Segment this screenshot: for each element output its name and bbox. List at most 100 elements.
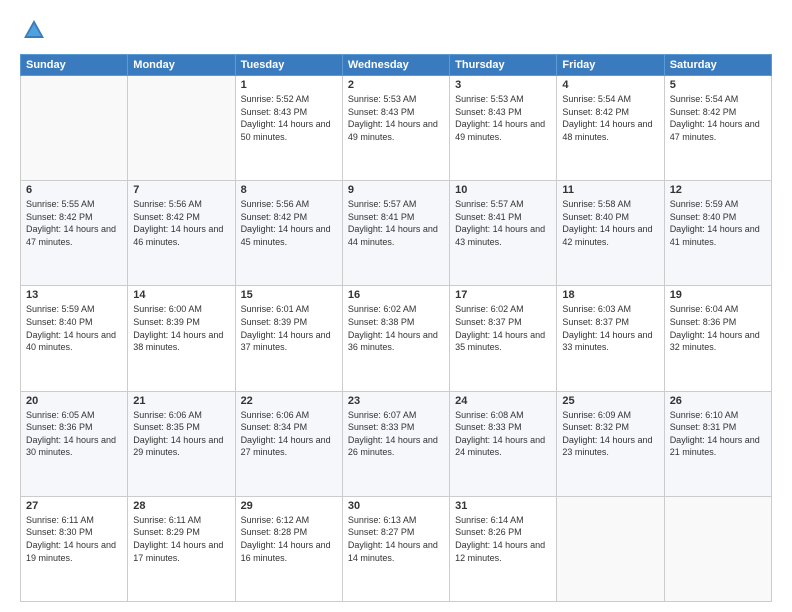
cell-content: Sunrise: 5:53 AM Sunset: 8:43 PM Daylight:… — [348, 93, 444, 143]
sunset-text: Sunset: 8:43 PM — [241, 107, 308, 117]
day-number: 18 — [562, 289, 658, 301]
sunrise-text: Sunrise: 5:55 AM — [26, 199, 95, 209]
sunrise-text: Sunrise: 6:08 AM — [455, 410, 524, 420]
daylight-text: Daylight: 14 hours and 36 minutes. — [348, 330, 438, 353]
calendar-cell: 1 Sunrise: 5:52 AM Sunset: 8:43 PM Daylight… — [235, 76, 342, 181]
sunrise-text: Sunrise: 6:12 AM — [241, 515, 310, 525]
sunset-text: Sunset: 8:38 PM — [348, 317, 415, 327]
calendar-header-row: SundayMondayTuesdayWednesdayThursdayFrid… — [21, 55, 772, 76]
day-number: 31 — [455, 500, 551, 512]
calendar-cell: 3Sunrise: 5:53 AMSunset: 8:43 PMDaylight… — [450, 76, 557, 181]
calendar-cell: 20 Sunrise: 6:05 AMSunset: 8:36 PMDayligh… — [21, 391, 128, 496]
day-number: 28 — [133, 500, 229, 512]
daylight-text: Daylight: 14 hours and 26 minutes. — [348, 435, 438, 458]
calendar-header-thursday: Thursday — [450, 55, 557, 76]
sunrise-text: Sunrise: 6:03 AM — [562, 304, 631, 314]
day-number: 25 — [562, 395, 658, 407]
day-number: 16 — [348, 289, 444, 301]
sunset-text: Sunset: 8:42 PM — [133, 212, 200, 222]
daylight-text: Daylight: 14 hours and 41 minutes. — [670, 224, 760, 247]
sunrise-text: Sunrise: 6:09 AM — [562, 410, 631, 420]
calendar-header-wednesday: Wednesday — [342, 55, 449, 76]
daylight-text: Daylight: 14 hours and 33 minutes. — [562, 330, 652, 353]
day-number: 5 — [670, 79, 766, 91]
calendar-body: 1 Sunrise: 5:52 AM Sunset: 8:43 PM Daylight… — [21, 76, 772, 602]
daylight-text: Daylight: 14 hours and 46 minutes. — [133, 224, 223, 247]
sunset-text: Sunset: 8:41 PM — [455, 212, 522, 222]
daylight-text: Daylight: 14 hours and 49 minutes. — [348, 119, 438, 142]
sunrise-text: Sunrise: 5:53 AM — [348, 94, 417, 104]
calendar-cell: 11Sunrise: 5:58 AMSunset: 8:40 PMDayligh… — [557, 181, 664, 286]
day-number: 2 — [348, 79, 444, 91]
calendar-cell: 17 Sunrise: 6:02 AMSunset: 8:37 PMDayligh… — [450, 286, 557, 391]
sunset-text: Sunset: 8:37 PM — [562, 317, 629, 327]
sunset-text: Sunset: 8:28 PM — [241, 527, 308, 537]
sunrise-text: Sunrise: 6:05 AM — [26, 410, 95, 420]
calendar-cell: 9Sunrise: 5:57 AMSunset: 8:41 PMDaylight… — [342, 181, 449, 286]
sunset-text: Sunset: 8:40 PM — [670, 212, 737, 222]
sunset-text: Sunset: 8:40 PM — [562, 212, 629, 222]
sunset-text: Sunset: 8:42 PM — [670, 107, 737, 117]
sunrise-text: Sunrise: 5:57 AM — [455, 199, 524, 209]
sunset-text: Sunset: 8:39 PM — [241, 317, 308, 327]
cell-content: Sunrise: 6:05 AMSunset: 8:36 PMDaylight:… — [26, 409, 122, 459]
sunrise-text: Sunrise: 6:11 AM — [133, 515, 201, 525]
sunset-text: Sunset: 8:27 PM — [348, 527, 415, 537]
daylight-text: Daylight: 14 hours and 30 minutes. — [26, 435, 116, 458]
calendar-cell: 28Sunrise: 6:11 AMSunset: 8:29 PMDayligh… — [128, 496, 235, 601]
day-number: 7 — [133, 184, 229, 196]
calendar-cell: 31Sunrise: 6:14 AMSunset: 8:26 PMDayligh… — [450, 496, 557, 601]
daylight-text: Daylight: 14 hours and 50 minutes. — [241, 119, 331, 142]
cell-content: Sunrise: 6:06 AMSunset: 8:35 PMDaylight:… — [133, 409, 229, 459]
sunrise-text: Sunrise: 5:56 AM — [133, 199, 202, 209]
daylight-text: Daylight: 14 hours and 35 minutes. — [455, 330, 545, 353]
daylight-text: Daylight: 14 hours and 24 minutes. — [455, 435, 545, 458]
sunset-text: Sunset: 8:37 PM — [455, 317, 522, 327]
calendar-cell: 29Sunrise: 6:12 AMSunset: 8:28 PMDayligh… — [235, 496, 342, 601]
cell-content: Sunrise: 6:00 AMSunset: 8:39 PMDaylight:… — [133, 303, 229, 353]
day-number: 27 — [26, 500, 122, 512]
sunrise-text: Sunrise: 6:01 AM — [241, 304, 310, 314]
calendar-cell: 15 Sunrise: 6:01 AM Sunset: 8:39 PM Dayligh… — [235, 286, 342, 391]
sunrise-text: Sunrise: 5:59 AM — [670, 199, 739, 209]
calendar-cell: 6Sunrise: 5:55 AMSunset: 8:42 PMDaylight… — [21, 181, 128, 286]
day-number: 30 — [348, 500, 444, 512]
cell-content: Sunrise: 6:11 AMSunset: 8:30 PMDaylight:… — [26, 514, 122, 564]
calendar-cell: 10Sunrise: 5:57 AMSunset: 8:41 PMDayligh… — [450, 181, 557, 286]
sunset-text: Sunset: 8:40 PM — [26, 317, 93, 327]
sunset-text: Sunset: 8:36 PM — [670, 317, 737, 327]
day-number: 17 — [455, 289, 551, 301]
cell-content: Sunrise: 6:02 AMSunset: 8:38 PMDaylight:… — [348, 303, 444, 353]
sunrise-text: Sunrise: 6:04 AM — [670, 304, 739, 314]
daylight-text: Daylight: 14 hours and 32 minutes. — [670, 330, 760, 353]
sunset-text: Sunset: 8:42 PM — [562, 107, 629, 117]
cell-content: Sunrise: 6:07 AMSunset: 8:33 PMDaylight:… — [348, 409, 444, 459]
logo — [20, 16, 52, 44]
sunset-text: Sunset: 8:41 PM — [348, 212, 415, 222]
daylight-text: Daylight: 14 hours and 42 minutes. — [562, 224, 652, 247]
daylight-text: Daylight: 14 hours and 14 minutes. — [348, 540, 438, 563]
calendar-header-saturday: Saturday — [664, 55, 771, 76]
daylight-text: Daylight: 14 hours and 37 minutes. — [241, 330, 331, 353]
cell-content: Sunrise: 5:59 AM Sunset: 8:40 PM Daylight:… — [670, 198, 766, 248]
cell-content: Sunrise: 6:02 AMSunset: 8:37 PMDaylight:… — [455, 303, 551, 353]
day-number: 29 — [241, 500, 337, 512]
calendar-cell: 12Sunrise: 5:59 AMSunset: 8:40 PMDayligh… — [664, 181, 771, 286]
day-number: 4 — [562, 79, 658, 91]
calendar-cell: 13Sunrise: 5:59 AMSunset: 8:40 PMDayligh… — [21, 286, 128, 391]
sunrise-text: Sunrise: 5:52 AM — [241, 94, 310, 104]
calendar-cell: 7 Sunrise: 5:56 AM Sunset: 8:42 PM Daylight… — [128, 181, 235, 286]
day-number: 9 — [348, 184, 444, 196]
day-number: 1 — [241, 79, 337, 91]
day-number: 13 — [26, 289, 122, 301]
calendar-week-3: 13Sunrise: 5:59 AMSunset: 8:40 PMDayligh… — [21, 286, 772, 391]
sunrise-text: Sunrise: 6:11 AM — [26, 515, 94, 525]
sunset-text: Sunset: 8:43 PM — [348, 107, 415, 117]
calendar-week-4: 20 Sunrise: 6:05 AMSunset: 8:36 PMDayligh… — [21, 391, 772, 496]
day-number: 8 — [241, 184, 337, 196]
day-number: 20 — [26, 395, 122, 407]
sunset-text: Sunset: 8:29 PM — [133, 527, 200, 537]
sunset-text: Sunset: 8:31 PM — [670, 422, 737, 432]
day-number: 15 — [241, 289, 337, 301]
daylight-text: Daylight: 14 hours and 12 minutes. — [455, 540, 545, 563]
